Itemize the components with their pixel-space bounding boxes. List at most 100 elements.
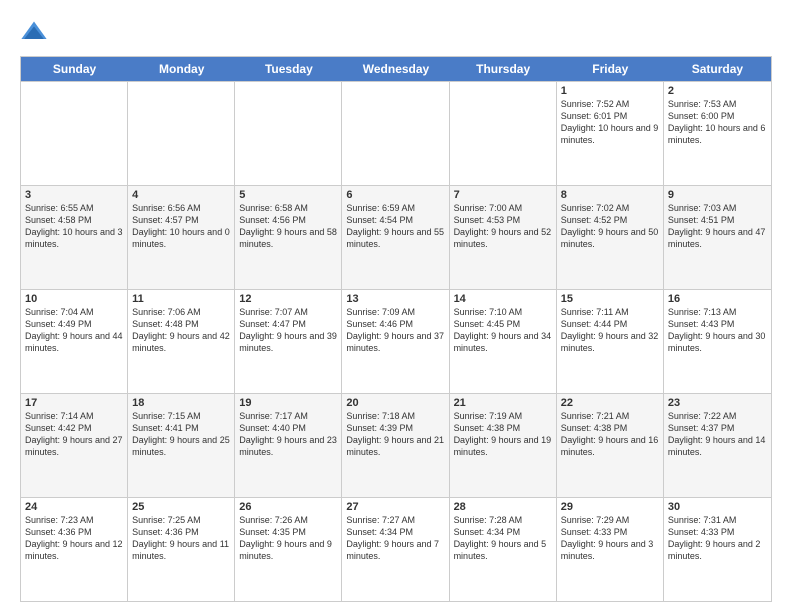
week-row-4: 24Sunrise: 7:23 AM Sunset: 4:36 PM Dayli…	[21, 497, 771, 601]
page: SundayMondayTuesdayWednesdayThursdayFrid…	[0, 0, 792, 612]
day-number: 3	[25, 189, 123, 201]
day-info: Sunrise: 7:23 AM Sunset: 4:36 PM Dayligh…	[25, 514, 123, 563]
day-number: 17	[25, 397, 123, 409]
cal-cell-29: 29Sunrise: 7:29 AM Sunset: 4:33 PM Dayli…	[557, 498, 664, 601]
cal-cell-17: 17Sunrise: 7:14 AM Sunset: 4:42 PM Dayli…	[21, 394, 128, 497]
day-number: 13	[346, 293, 444, 305]
day-number: 24	[25, 501, 123, 513]
cal-cell-2: 2Sunrise: 7:53 AM Sunset: 6:00 PM Daylig…	[664, 82, 771, 185]
day-number: 29	[561, 501, 659, 513]
day-number: 7	[454, 189, 552, 201]
calendar-body: 1Sunrise: 7:52 AM Sunset: 6:01 PM Daylig…	[21, 81, 771, 601]
cal-cell-25: 25Sunrise: 7:25 AM Sunset: 4:36 PM Dayli…	[128, 498, 235, 601]
day-info: Sunrise: 7:29 AM Sunset: 4:33 PM Dayligh…	[561, 514, 659, 563]
header-day-thursday: Thursday	[450, 57, 557, 81]
day-info: Sunrise: 6:59 AM Sunset: 4:54 PM Dayligh…	[346, 202, 444, 251]
day-info: Sunrise: 7:27 AM Sunset: 4:34 PM Dayligh…	[346, 514, 444, 563]
cal-cell-28: 28Sunrise: 7:28 AM Sunset: 4:34 PM Dayli…	[450, 498, 557, 601]
cal-cell-13: 13Sunrise: 7:09 AM Sunset: 4:46 PM Dayli…	[342, 290, 449, 393]
header-day-friday: Friday	[557, 57, 664, 81]
cal-cell-11: 11Sunrise: 7:06 AM Sunset: 4:48 PM Dayli…	[128, 290, 235, 393]
day-number: 8	[561, 189, 659, 201]
cal-cell-30: 30Sunrise: 7:31 AM Sunset: 4:33 PM Dayli…	[664, 498, 771, 601]
header-day-wednesday: Wednesday	[342, 57, 449, 81]
cal-cell-27: 27Sunrise: 7:27 AM Sunset: 4:34 PM Dayli…	[342, 498, 449, 601]
day-info: Sunrise: 7:07 AM Sunset: 4:47 PM Dayligh…	[239, 306, 337, 355]
day-info: Sunrise: 7:06 AM Sunset: 4:48 PM Dayligh…	[132, 306, 230, 355]
day-info: Sunrise: 7:10 AM Sunset: 4:45 PM Dayligh…	[454, 306, 552, 355]
day-info: Sunrise: 6:56 AM Sunset: 4:57 PM Dayligh…	[132, 202, 230, 251]
day-info: Sunrise: 7:17 AM Sunset: 4:40 PM Dayligh…	[239, 410, 337, 459]
day-number: 26	[239, 501, 337, 513]
cal-cell-10: 10Sunrise: 7:04 AM Sunset: 4:49 PM Dayli…	[21, 290, 128, 393]
cal-cell-9: 9Sunrise: 7:03 AM Sunset: 4:51 PM Daylig…	[664, 186, 771, 289]
day-info: Sunrise: 7:03 AM Sunset: 4:51 PM Dayligh…	[668, 202, 767, 251]
calendar-header: SundayMondayTuesdayWednesdayThursdayFrid…	[21, 57, 771, 81]
cal-cell-6: 6Sunrise: 6:59 AM Sunset: 4:54 PM Daylig…	[342, 186, 449, 289]
day-number: 15	[561, 293, 659, 305]
day-info: Sunrise: 7:28 AM Sunset: 4:34 PM Dayligh…	[454, 514, 552, 563]
cal-cell-1: 1Sunrise: 7:52 AM Sunset: 6:01 PM Daylig…	[557, 82, 664, 185]
cal-cell-5: 5Sunrise: 6:58 AM Sunset: 4:56 PM Daylig…	[235, 186, 342, 289]
cal-cell-16: 16Sunrise: 7:13 AM Sunset: 4:43 PM Dayli…	[664, 290, 771, 393]
day-info: Sunrise: 6:58 AM Sunset: 4:56 PM Dayligh…	[239, 202, 337, 251]
week-row-3: 17Sunrise: 7:14 AM Sunset: 4:42 PM Dayli…	[21, 393, 771, 497]
day-info: Sunrise: 6:55 AM Sunset: 4:58 PM Dayligh…	[25, 202, 123, 251]
cal-cell-21: 21Sunrise: 7:19 AM Sunset: 4:38 PM Dayli…	[450, 394, 557, 497]
header-day-sunday: Sunday	[21, 57, 128, 81]
day-number: 4	[132, 189, 230, 201]
logo	[20, 18, 50, 46]
day-number: 20	[346, 397, 444, 409]
day-number: 1	[561, 85, 659, 97]
day-number: 10	[25, 293, 123, 305]
day-number: 11	[132, 293, 230, 305]
day-info: Sunrise: 7:53 AM Sunset: 6:00 PM Dayligh…	[668, 98, 767, 147]
cal-cell-22: 22Sunrise: 7:21 AM Sunset: 4:38 PM Dayli…	[557, 394, 664, 497]
cal-cell-empty-0-0	[21, 82, 128, 185]
day-info: Sunrise: 7:22 AM Sunset: 4:37 PM Dayligh…	[668, 410, 767, 459]
day-info: Sunrise: 7:02 AM Sunset: 4:52 PM Dayligh…	[561, 202, 659, 251]
day-info: Sunrise: 7:18 AM Sunset: 4:39 PM Dayligh…	[346, 410, 444, 459]
day-number: 27	[346, 501, 444, 513]
week-row-2: 10Sunrise: 7:04 AM Sunset: 4:49 PM Dayli…	[21, 289, 771, 393]
cal-cell-empty-0-2	[235, 82, 342, 185]
day-number: 2	[668, 85, 767, 97]
day-number: 21	[454, 397, 552, 409]
header-day-monday: Monday	[128, 57, 235, 81]
day-number: 23	[668, 397, 767, 409]
cal-cell-empty-0-3	[342, 82, 449, 185]
day-info: Sunrise: 7:26 AM Sunset: 4:35 PM Dayligh…	[239, 514, 337, 563]
logo-icon	[20, 18, 48, 46]
day-info: Sunrise: 7:31 AM Sunset: 4:33 PM Dayligh…	[668, 514, 767, 563]
day-info: Sunrise: 7:25 AM Sunset: 4:36 PM Dayligh…	[132, 514, 230, 563]
day-info: Sunrise: 7:13 AM Sunset: 4:43 PM Dayligh…	[668, 306, 767, 355]
cal-cell-8: 8Sunrise: 7:02 AM Sunset: 4:52 PM Daylig…	[557, 186, 664, 289]
cal-cell-empty-0-4	[450, 82, 557, 185]
day-number: 18	[132, 397, 230, 409]
day-info: Sunrise: 7:09 AM Sunset: 4:46 PM Dayligh…	[346, 306, 444, 355]
cal-cell-26: 26Sunrise: 7:26 AM Sunset: 4:35 PM Dayli…	[235, 498, 342, 601]
cal-cell-24: 24Sunrise: 7:23 AM Sunset: 4:36 PM Dayli…	[21, 498, 128, 601]
cal-cell-3: 3Sunrise: 6:55 AM Sunset: 4:58 PM Daylig…	[21, 186, 128, 289]
day-info: Sunrise: 7:21 AM Sunset: 4:38 PM Dayligh…	[561, 410, 659, 459]
day-number: 5	[239, 189, 337, 201]
cal-cell-14: 14Sunrise: 7:10 AM Sunset: 4:45 PM Dayli…	[450, 290, 557, 393]
day-info: Sunrise: 7:14 AM Sunset: 4:42 PM Dayligh…	[25, 410, 123, 459]
day-number: 19	[239, 397, 337, 409]
week-row-0: 1Sunrise: 7:52 AM Sunset: 6:01 PM Daylig…	[21, 81, 771, 185]
cal-cell-empty-0-1	[128, 82, 235, 185]
day-info: Sunrise: 7:11 AM Sunset: 4:44 PM Dayligh…	[561, 306, 659, 355]
header-day-tuesday: Tuesday	[235, 57, 342, 81]
day-number: 30	[668, 501, 767, 513]
day-number: 9	[668, 189, 767, 201]
cal-cell-18: 18Sunrise: 7:15 AM Sunset: 4:41 PM Dayli…	[128, 394, 235, 497]
day-number: 22	[561, 397, 659, 409]
day-info: Sunrise: 7:00 AM Sunset: 4:53 PM Dayligh…	[454, 202, 552, 251]
header-day-saturday: Saturday	[664, 57, 771, 81]
day-info: Sunrise: 7:15 AM Sunset: 4:41 PM Dayligh…	[132, 410, 230, 459]
cal-cell-7: 7Sunrise: 7:00 AM Sunset: 4:53 PM Daylig…	[450, 186, 557, 289]
day-number: 28	[454, 501, 552, 513]
cal-cell-19: 19Sunrise: 7:17 AM Sunset: 4:40 PM Dayli…	[235, 394, 342, 497]
day-info: Sunrise: 7:04 AM Sunset: 4:49 PM Dayligh…	[25, 306, 123, 355]
day-info: Sunrise: 7:19 AM Sunset: 4:38 PM Dayligh…	[454, 410, 552, 459]
